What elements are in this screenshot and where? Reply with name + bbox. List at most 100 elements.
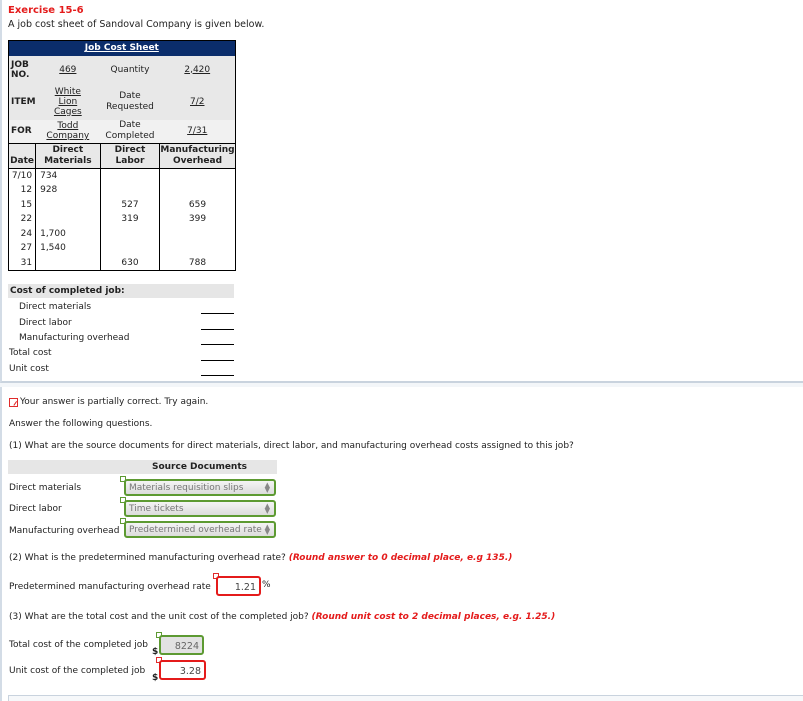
cell-direct-materials: 1,540 xyxy=(35,241,101,256)
date-completed-value: 7/31 xyxy=(159,119,236,144)
date-completed-label: Date Completed xyxy=(100,119,160,144)
job-no-value: 469 xyxy=(59,64,77,75)
cell-date: 22 xyxy=(7,212,37,227)
blank-line xyxy=(201,313,234,314)
cost-line-manufacturing-overhead: Manufacturing overhead xyxy=(19,333,130,343)
question-1: (1) What are the source documents for di… xyxy=(9,441,574,451)
cell-direct-labor: 630 xyxy=(99,255,161,270)
cell-direct-labor xyxy=(99,226,161,241)
col-header-direct-labor: Direct Labor xyxy=(99,143,161,169)
job-no-label: JOB NO. xyxy=(11,59,30,80)
partially-correct-icon xyxy=(9,397,18,407)
selected-value: Time tickets xyxy=(129,504,184,514)
answer-panel xyxy=(0,383,803,701)
cell-direct-materials: 734 xyxy=(35,168,101,183)
feedback-status-text: Your answer is partially correct. Try ag… xyxy=(20,397,209,407)
select-arrows-icon: ▲ ▼ xyxy=(264,481,270,494)
table-row: 22 319 399 xyxy=(7,212,236,227)
cell-direct-labor xyxy=(99,183,161,198)
q1-label-direct-labor: Direct labor xyxy=(9,504,62,514)
total-cost-currency: $ xyxy=(152,647,159,657)
item-label: ITEM xyxy=(11,96,36,107)
question-3: (3) What are the total cost and the unit… xyxy=(9,612,555,622)
unit-cost-currency: $ xyxy=(152,673,159,683)
cell-date: 7/10 xyxy=(7,168,37,183)
cell-date: 24 xyxy=(7,226,37,241)
col-header-direct-materials: Direct Materials xyxy=(35,143,101,169)
total-cost-input[interactable]: 8224 xyxy=(159,635,204,655)
q1-label-direct-materials: Direct materials xyxy=(9,483,82,493)
manufacturing-overhead-source-select[interactable]: Predetermined overhead rate ▲ ▼ xyxy=(124,521,276,538)
table-row: 31 630 788 xyxy=(7,255,236,270)
cell-direct-materials: 1,700 xyxy=(35,226,101,241)
cell-date: 15 xyxy=(7,197,37,212)
blank-line xyxy=(201,329,234,330)
feedback-status: Your answer is partially correct. Try ag… xyxy=(9,397,208,407)
source-documents-heading: Source Documents xyxy=(8,460,277,474)
for-value: Todd Company xyxy=(35,119,101,144)
cell-date: 31 xyxy=(7,255,37,270)
direct-labor-source-select[interactable]: Time tickets ▲ ▼ xyxy=(124,500,276,517)
job-cost-sheet-title: Job Cost Sheet xyxy=(8,40,236,56)
question-3-text: (3) What are the total cost and the unit… xyxy=(9,612,309,622)
cell-direct-labor: 319 xyxy=(99,212,161,227)
cell-direct-labor xyxy=(99,241,161,256)
cell-direct-labor xyxy=(99,168,161,183)
quantity-value: 2,420 xyxy=(184,64,211,75)
question-2: (2) What is the predetermined manufactur… xyxy=(9,553,512,563)
unit-cost-label: Unit cost of the completed job xyxy=(9,666,146,676)
cell-manufacturing-overhead xyxy=(159,168,236,183)
cell-date: 27 xyxy=(7,241,37,256)
next-panel-edge xyxy=(8,695,803,701)
cell-manufacturing-overhead: 788 xyxy=(159,255,236,270)
col-header-manufacturing-overhead: Manufacturing Overhead xyxy=(159,143,236,169)
exercise-title: Exercise 15-6 xyxy=(8,5,84,16)
cell-date: 12 xyxy=(7,183,37,198)
question-2-note: (Round answer to 0 decimal place, e.g 13… xyxy=(288,553,513,563)
item-value: White Lion Cages xyxy=(53,86,82,117)
direct-materials-source-select[interactable]: Materials requisition slips ▲ ▼ xyxy=(124,479,276,496)
date-requested-value: 7/2 xyxy=(190,96,205,107)
cost-of-completed-job-heading: Cost of completed job: xyxy=(8,284,234,298)
q1-label-manufacturing-overhead: Manufacturing overhead xyxy=(9,526,120,536)
cell-manufacturing-overhead: 659 xyxy=(159,197,236,212)
col-header-date: Date xyxy=(7,143,37,169)
cell-direct-materials xyxy=(35,197,101,212)
cell-manufacturing-overhead xyxy=(159,183,236,198)
select-arrows-icon: ▲ ▼ xyxy=(264,523,270,536)
selected-value: Predetermined overhead rate xyxy=(129,525,262,535)
question-2-text: (2) What is the predetermined manufactur… xyxy=(9,553,286,563)
table-row: 27 1,540 xyxy=(7,241,236,256)
percent-sign: % xyxy=(262,580,271,590)
question-3-note: (Round unit cost to 2 decimal places, e.… xyxy=(311,612,556,622)
cell-direct-materials xyxy=(35,255,101,270)
blank-line xyxy=(201,360,234,361)
overhead-rate-label: Predetermined manufacturing overhead rat… xyxy=(9,582,211,592)
table-row: 12 928 xyxy=(7,183,236,198)
blank-line xyxy=(201,344,234,345)
total-cost-label: Total cost of the completed job xyxy=(9,640,148,650)
for-label: FOR xyxy=(8,119,36,144)
table-row: 7/10 734 xyxy=(7,168,236,183)
exercise-intro: A job cost sheet of Sandoval Company is … xyxy=(8,19,265,30)
cell-manufacturing-overhead xyxy=(159,241,236,256)
job-cost-sheet: Job Cost Sheet JOB NO. 469 Quantity 2,42… xyxy=(7,40,236,271)
overhead-rate-input[interactable]: 1.21 xyxy=(216,576,261,596)
cell-direct-materials xyxy=(35,212,101,227)
panel-divider xyxy=(0,383,803,387)
selected-value: Materials requisition slips xyxy=(129,483,244,493)
cost-line-unit-cost: Unit cost xyxy=(9,364,49,374)
table-row: 15 527 659 xyxy=(7,197,236,212)
date-requested-label: Date Requested xyxy=(106,90,154,112)
unit-cost-input[interactable]: 3.28 xyxy=(159,660,206,680)
cell-direct-labor: 527 xyxy=(99,197,161,212)
cost-line-direct-labor: Direct labor xyxy=(19,318,72,328)
blank-line xyxy=(201,375,234,376)
cost-line-direct-materials: Direct materials xyxy=(19,302,92,312)
cell-direct-materials: 928 xyxy=(35,183,101,198)
cell-manufacturing-overhead: 399 xyxy=(159,212,236,227)
select-arrows-icon: ▲ ▼ xyxy=(264,502,270,515)
cost-line-total-cost: Total cost xyxy=(9,348,52,358)
instruction-text: Answer the following questions. xyxy=(9,419,153,429)
quantity-label: Quantity xyxy=(110,64,150,75)
